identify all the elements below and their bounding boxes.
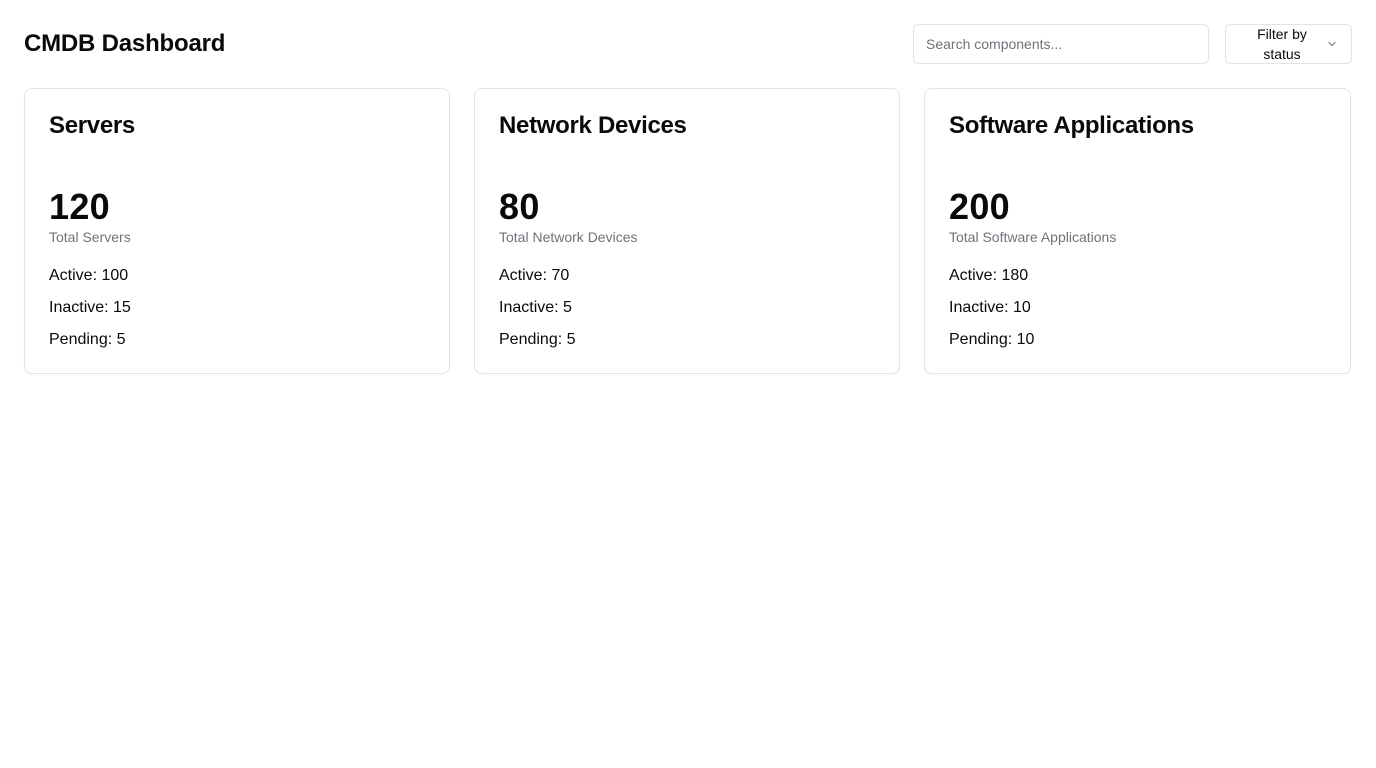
card-title: Network Devices [499, 112, 687, 139]
header: CMDB Dashboard Filter by status [24, 24, 1352, 64]
chevron-down-icon [1325, 37, 1339, 51]
stat-active: Active: 180 [949, 267, 1029, 284]
status-filter-select[interactable]: Filter by status [1225, 24, 1352, 64]
stat-inactive: Inactive: 15 [49, 299, 131, 316]
stat-pending: Pending: 5 [49, 331, 126, 348]
card-total: 80 [499, 186, 540, 227]
card-total: 200 [949, 186, 1010, 227]
status-filter-label: Filter by status [1257, 26, 1307, 62]
card-total: 120 [49, 186, 110, 227]
stat-pending: Pending: 5 [499, 331, 576, 348]
servers-card: Servers 120 Total Servers Active: 100 In… [24, 88, 450, 374]
card-title: Servers [49, 112, 135, 139]
card-total-label: Total Software Applications [949, 229, 1117, 245]
header-controls: Filter by status [913, 24, 1352, 64]
card-title: Software Applications [949, 112, 1194, 139]
stat-active: Active: 100 [49, 267, 129, 284]
search-input[interactable] [913, 24, 1209, 64]
dashboard-page: CMDB Dashboard Filter by status Servers … [0, 0, 1376, 398]
stat-inactive: Inactive: 10 [949, 299, 1031, 316]
stat-pending: Pending: 10 [949, 331, 1035, 348]
software-applications-card: Software Applications 200 Total Software… [924, 88, 1351, 374]
stat-inactive: Inactive: 5 [499, 299, 572, 316]
network-devices-card: Network Devices 80 Total Network Devices… [474, 88, 900, 374]
stat-active: Active: 70 [499, 267, 570, 284]
card-total-label: Total Servers [49, 229, 131, 245]
summary-cards: Servers 120 Total Servers Active: 100 In… [24, 88, 1352, 374]
page-title: CMDB Dashboard [24, 30, 226, 57]
card-total-label: Total Network Devices [499, 229, 638, 245]
